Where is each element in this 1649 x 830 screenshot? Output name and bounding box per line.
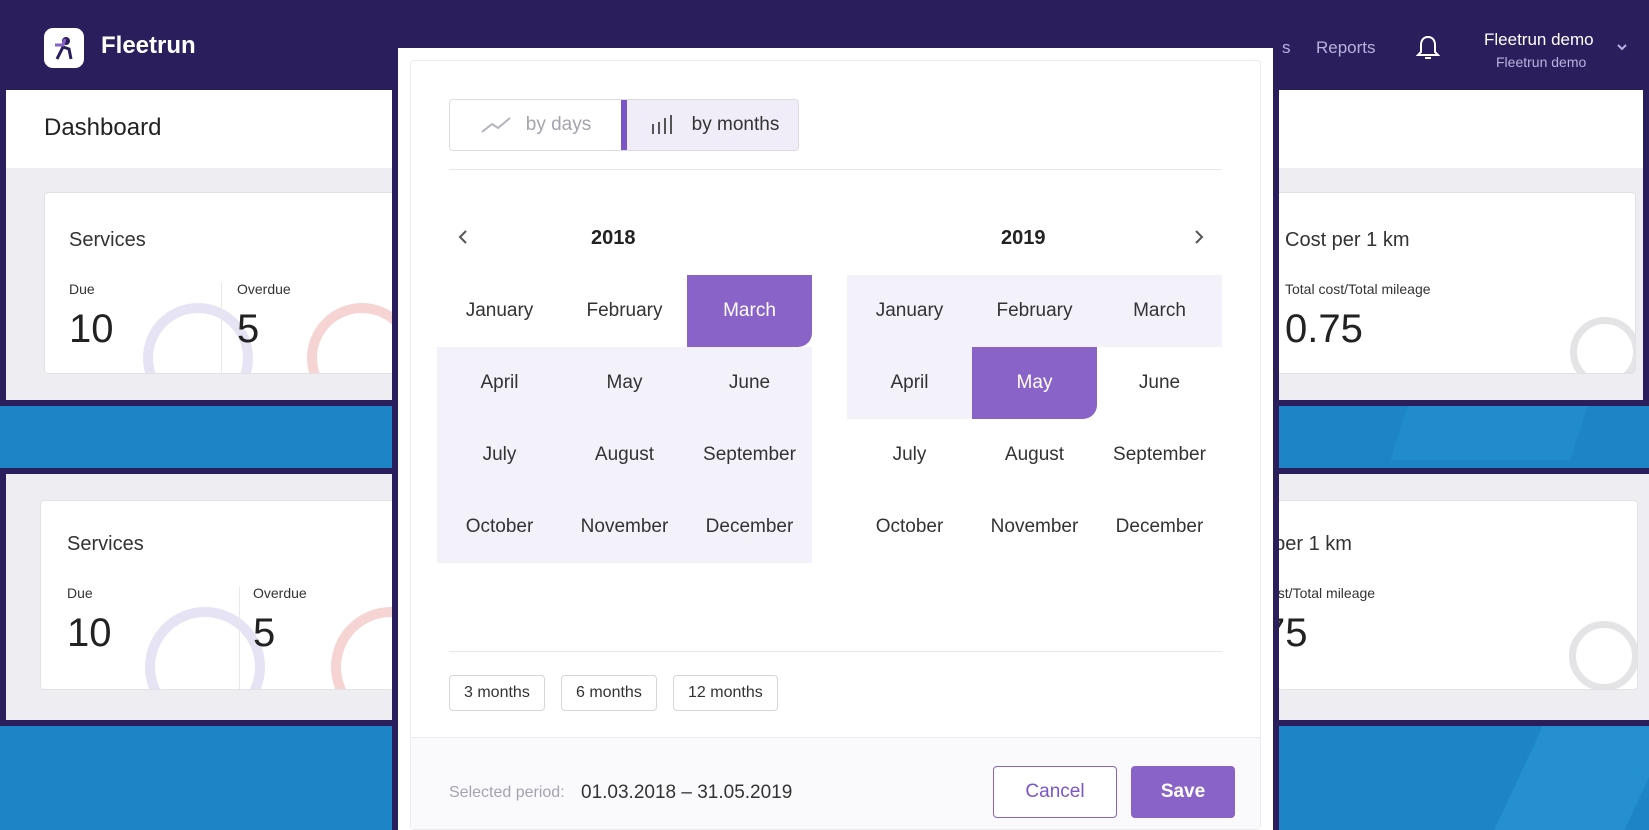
- month-2019-august[interactable]: August: [972, 419, 1097, 491]
- month-2018-march[interactable]: March: [687, 275, 812, 347]
- background-shape: [1390, 400, 1590, 460]
- dollar-icon: [1570, 317, 1635, 373]
- month-2018-august[interactable]: August: [562, 419, 687, 491]
- period-picker-modal: by days by months 2018 2019 January Febr…: [392, 42, 1279, 830]
- due-ring-icon: [145, 607, 265, 689]
- mode-by-days[interactable]: by days: [450, 100, 621, 150]
- month-2019-december[interactable]: December: [1097, 491, 1222, 563]
- user-account: Fleetrun demo: [1496, 54, 1587, 70]
- month-2019-april[interactable]: April: [847, 347, 972, 419]
- page-title: Dashboard: [44, 114, 162, 141]
- month-2019-november[interactable]: November: [972, 491, 1097, 563]
- month-2019-february[interactable]: February: [972, 275, 1097, 347]
- overdue-label: Overdue: [237, 281, 291, 297]
- mode-toggle: by days by months: [449, 99, 799, 151]
- overdue-value: 5: [253, 611, 276, 655]
- card-title: Services: [67, 533, 144, 555]
- period-picker-panel: by days by months 2018 2019 January Febr…: [410, 60, 1261, 830]
- month-2018-july[interactable]: July: [437, 419, 562, 491]
- prev-year-button[interactable]: [449, 223, 477, 251]
- month-2019-june[interactable]: June: [1097, 347, 1222, 419]
- month-2019-may[interactable]: May: [972, 347, 1097, 419]
- services-card: Services Due 10 Overdue 5: [44, 192, 414, 374]
- cancel-button[interactable]: Cancel: [993, 766, 1117, 818]
- month-2018-may[interactable]: May: [562, 347, 687, 419]
- month-2018-november[interactable]: November: [562, 491, 687, 563]
- divider: [239, 587, 240, 689]
- divider: [449, 169, 1222, 170]
- nav-item-reports[interactable]: Reports: [1316, 38, 1376, 58]
- month-2018-april[interactable]: April: [437, 347, 562, 419]
- fleetrun-logo-icon[interactable]: [44, 28, 84, 68]
- month-2019-july[interactable]: July: [847, 419, 972, 491]
- month-2019-september[interactable]: September: [1097, 419, 1222, 491]
- selected-period-label: Selected period:: [449, 784, 565, 801]
- chevron-down-icon[interactable]: [1616, 42, 1628, 52]
- cost-subtitle: Total cost/Total mileage: [1285, 281, 1431, 297]
- month-2019-january[interactable]: January: [847, 275, 972, 347]
- month-grid-2018: January February March April May June Ju…: [437, 275, 812, 563]
- preset-6-months[interactable]: 6 months: [561, 675, 657, 711]
- month-grid-2019: January February March April May June Ju…: [847, 275, 1222, 563]
- services-card: Services Due 10 Overdue 5: [40, 500, 416, 690]
- dollar-icon: [1569, 621, 1637, 689]
- next-year-button[interactable]: [1185, 223, 1213, 251]
- overdue-label: Overdue: [253, 585, 307, 601]
- year-left: 2018: [591, 227, 636, 249]
- month-2019-march[interactable]: March: [1097, 275, 1222, 347]
- month-2019-october[interactable]: October: [847, 491, 972, 563]
- line-chart-icon: [481, 117, 511, 133]
- month-2018-january[interactable]: January: [437, 275, 562, 347]
- selected-period-value: 01.03.2018 – 31.05.2019: [581, 782, 793, 803]
- mode-by-days-label: by days: [525, 114, 592, 135]
- chevron-left-icon: [458, 230, 467, 244]
- save-button[interactable]: Save: [1131, 766, 1235, 818]
- due-value: 10: [67, 611, 112, 655]
- card-title: Services: [69, 229, 146, 251]
- cost-value: 0.75: [1285, 307, 1363, 351]
- bell-icon[interactable]: [1416, 34, 1440, 62]
- bar-chart-icon: [651, 115, 672, 134]
- picker-footer: Selected period: 01.03.2018 – 31.05.2019…: [411, 737, 1260, 829]
- year-right: 2019: [1001, 227, 1046, 249]
- preset-3-months[interactable]: 3 months: [449, 675, 545, 711]
- preset-12-months[interactable]: 12 months: [673, 675, 778, 711]
- cost-card: Cost per 1 km Total cost/Total mileage 0…: [1264, 192, 1636, 374]
- mode-by-months-label: by months: [691, 114, 780, 135]
- nav-item-partial[interactable]: s: [1282, 38, 1291, 58]
- month-2018-september[interactable]: September: [687, 419, 812, 491]
- month-2018-february[interactable]: February: [562, 275, 687, 347]
- chevron-right-icon: [1195, 230, 1204, 244]
- user-name[interactable]: Fleetrun demo: [1484, 30, 1594, 50]
- due-label: Due: [69, 281, 95, 297]
- cost-card: t per 1 km cost/Total mileage 75: [1262, 500, 1638, 690]
- due-value: 10: [69, 307, 114, 351]
- divider: [449, 651, 1222, 652]
- due-label: Due: [67, 585, 93, 601]
- month-2018-june[interactable]: June: [687, 347, 812, 419]
- brand-name: Fleetrun: [101, 32, 196, 59]
- month-2018-december[interactable]: December: [687, 491, 812, 563]
- cost-subtitle: cost/Total mileage: [1263, 585, 1376, 601]
- divider: [221, 283, 222, 373]
- mode-by-months[interactable]: by months: [621, 100, 798, 150]
- overdue-value: 5: [237, 307, 260, 351]
- card-title: Cost per 1 km: [1285, 229, 1410, 251]
- month-2018-october[interactable]: October: [437, 491, 562, 563]
- background-shape: [1494, 720, 1649, 830]
